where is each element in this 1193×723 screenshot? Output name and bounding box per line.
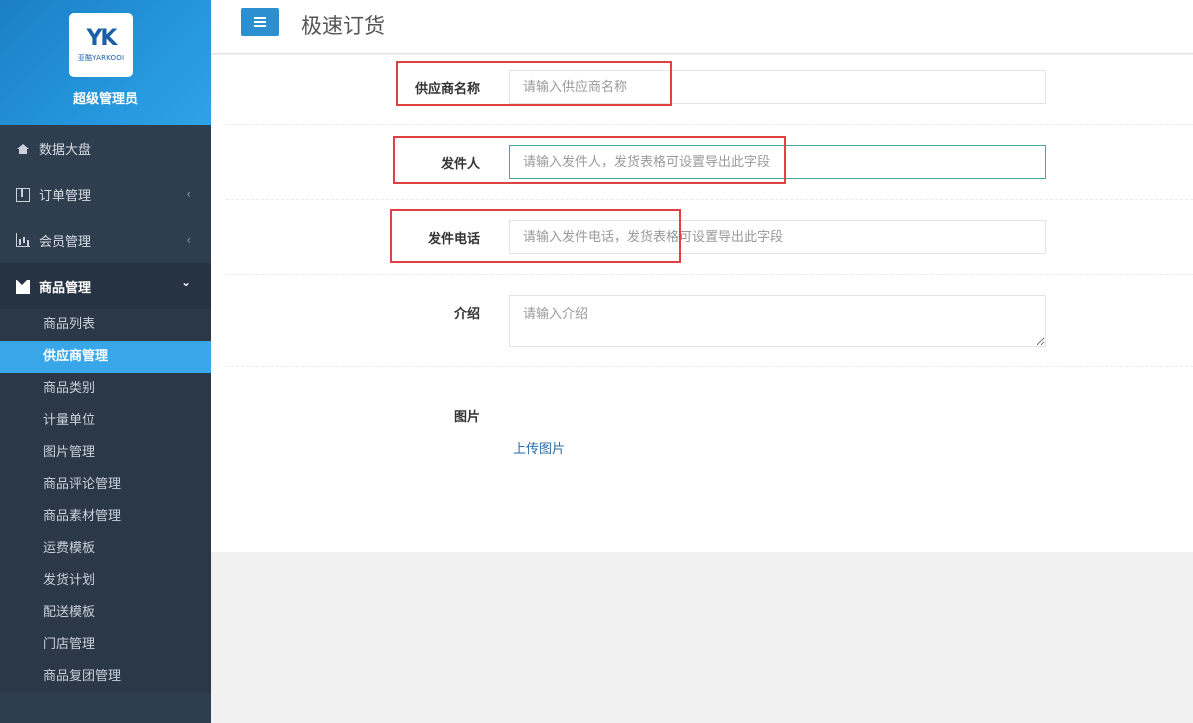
sidebar-subitem-unit[interactable]: 计量单位 [0,405,211,437]
user-role-title: 超级管理员 [72,92,138,107]
columns-icon [16,187,30,202]
page-title: 极速订货 [301,14,385,38]
image-label: 图片 [453,410,480,425]
hamburger-icon [254,21,266,23]
intro-textarea[interactable] [509,295,1046,347]
sidebar-toggle-button[interactable] [241,8,279,36]
supplier-form: 供应商名称 发件人 发件电话 介绍 图片 上传图片 [211,55,1193,552]
sidebar-subitem-group-management[interactable]: 商品复团管理 [0,661,211,693]
sidebar-item-label: 会员管理 [39,234,92,250]
logo-subtext: 亚酷YARKOOI [77,53,125,62]
sidebar-item-label: 商品管理 [39,280,92,296]
sidebar-subitem-material-management[interactable]: 商品素材管理 [0,501,211,533]
sidebar-subitem-product-list[interactable]: 商品列表 [0,309,211,341]
brand-header: YK 亚酷YARKOOI 超级管理员 [0,0,211,125]
sidebar-subitem-supplier-management[interactable]: 供应商管理 [0,341,211,373]
sidebar-subitem-store-management[interactable]: 门店管理 [0,629,211,661]
sender-input[interactable] [509,145,1046,179]
form-row-sender: 发件人 [226,125,1193,200]
sidebar-item-label: 数据大盘 [39,142,92,158]
home-icon [16,141,30,155]
sidebar-item-members[interactable]: 会员管理 ‹ [0,217,211,263]
envelope-icon [16,280,30,294]
sender-phone-label: 发件电话 [427,232,480,247]
logo: YK 亚酷YARKOOI [69,13,133,77]
intro-label: 介绍 [453,307,480,322]
sender-phone-input[interactable] [509,220,1046,254]
form-row-intro: 介绍 [226,275,1193,367]
supplier-name-input[interactable] [509,70,1046,104]
form-row-sender-phone: 发件电话 [226,200,1193,275]
sidebar-subitem-image-management[interactable]: 图片管理 [0,437,211,469]
logo-mark: YK [86,25,118,51]
chevron-left-icon: ‹ [186,233,191,247]
sidebar-item-products[interactable]: 商品管理 ⌄ [0,263,211,309]
supplier-name-label: 供应商名称 [414,82,480,97]
bar-chart-icon [16,233,30,247]
sender-label: 发件人 [440,157,480,172]
chevron-left-icon: ‹ [186,187,191,201]
upload-image-link[interactable]: 上传图片 [513,438,565,457]
top-header: 极速订货 [211,0,1193,54]
sidebar-subitem-product-category[interactable]: 商品类别 [0,373,211,405]
sidebar-subitem-distribution-template[interactable]: 配送模板 [0,597,211,629]
sidebar-item-orders[interactable]: 订单管理 ‹ [0,171,211,217]
sidebar-subitem-review-management[interactable]: 商品评论管理 [0,469,211,501]
sidebar-item-dashboard[interactable]: 数据大盘 [0,125,211,171]
sidebar-subitem-shipping-template[interactable]: 运费模板 [0,533,211,565]
sidebar-item-label: 订单管理 [39,188,92,204]
sidebar-subitem-delivery-plan[interactable]: 发货计划 [0,565,211,597]
chevron-down-icon: ⌄ [180,275,191,289]
form-row-supplier-name: 供应商名称 [226,55,1193,125]
sidebar: YK 亚酷YARKOOI 超级管理员 数据大盘 订单管理 ‹ 会员管理 ‹ 商品… [0,0,211,723]
